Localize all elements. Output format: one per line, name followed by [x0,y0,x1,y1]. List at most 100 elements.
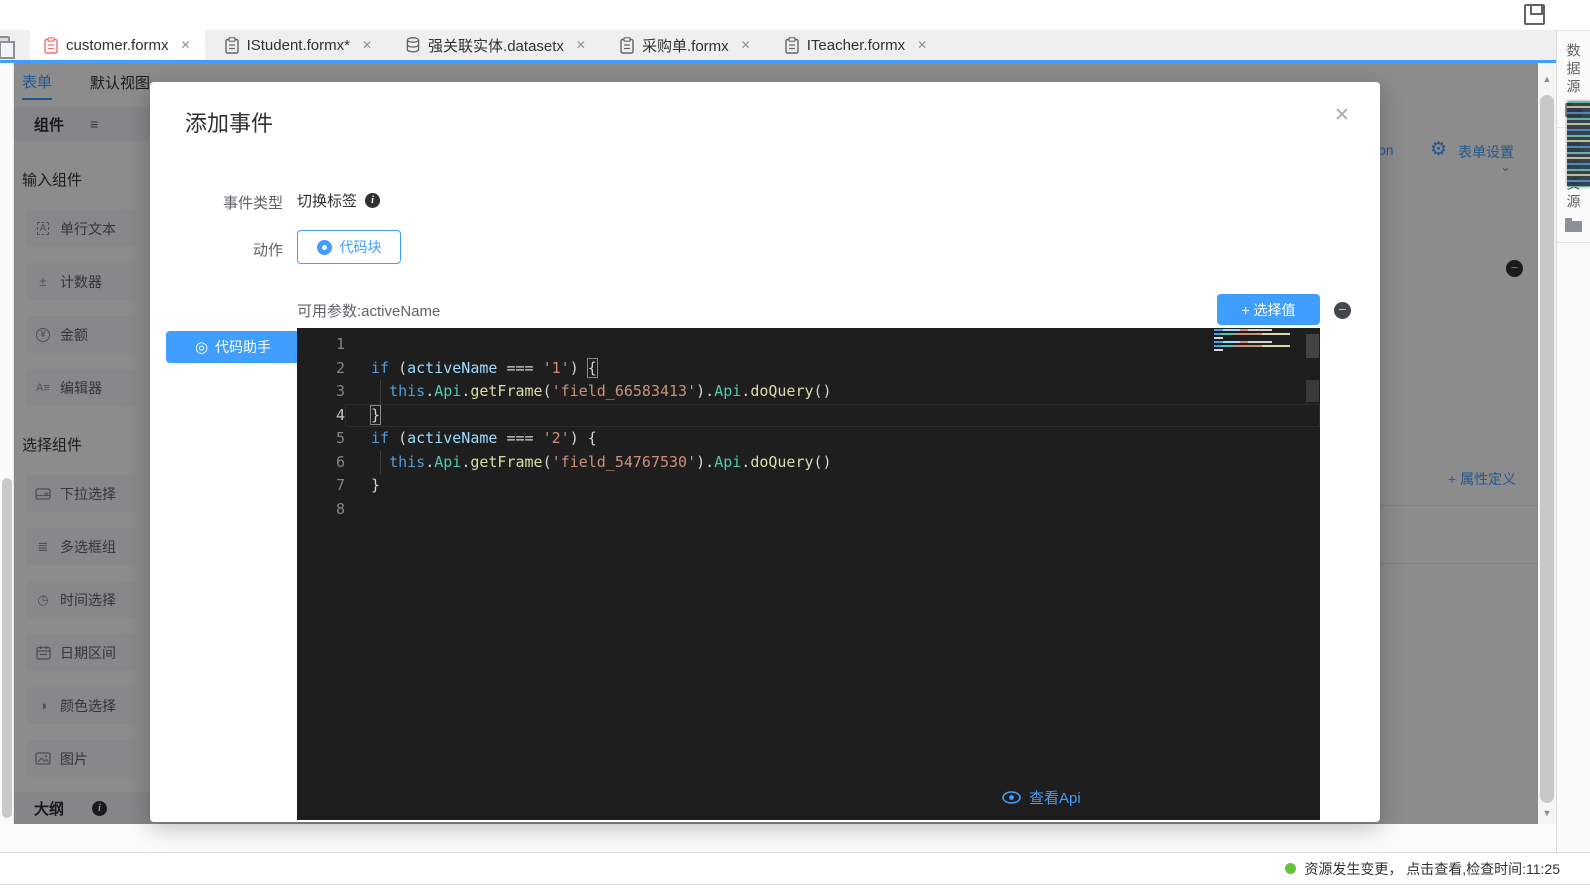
eye-icon [1002,791,1021,804]
file-tab[interactable]: IStudent.formx*✕ [211,30,386,60]
view-api-link[interactable]: 查看Api [1002,787,1081,808]
workspace-scrollbar[interactable]: ▲ ▼ [1538,63,1556,824]
sidebar-tabs: 表单 默认视图 [14,63,150,107]
file-tab-label: 采购单.formx [642,35,729,56]
bottom-strip [0,884,1590,896]
add-property-button[interactable]: + 属性定义 [1448,469,1538,489]
component-item[interactable]: A单行文本 [26,210,136,247]
gear-icon[interactable]: ⚙ [1430,138,1447,161]
resource-rail-label: 数据源 [1564,43,1584,97]
remove-action-icon[interactable]: − [1334,302,1351,319]
radio-checked-icon[interactable] [317,240,332,255]
editor-minimap[interactable] [1214,329,1304,356]
resource-rail: 数据源离线资源 [1556,30,1590,852]
file-tab[interactable]: ITeacher.formx ✕ [771,30,941,60]
info-icon: i [365,193,380,208]
menu-icon[interactable]: ≡ [90,116,98,132]
sidebar-tab[interactable]: 表单 [22,71,52,100]
file-tab[interactable]: 采购单.formx ✕ [606,30,765,60]
color-picker-icon: ◑ [35,698,51,714]
code-block-radio-option[interactable]: 代码块 [297,230,401,264]
status-bar: 资源发生变更， 点击查看,检查时间:11:25 [0,852,1590,884]
component-item-label: 多选框组 [60,537,116,557]
components-panel-title: 组件 [34,114,64,135]
status-message[interactable]: 资源发生变更， 点击查看,检查时间:11:25 [1304,859,1560,879]
code-line: 7} [297,474,1320,498]
file-tab[interactable]: 强关联实体.datasetx ✕ [392,30,600,60]
scroll-up-icon[interactable]: ▲ [1538,74,1556,84]
divider [1380,505,1538,506]
canvas-bottom-strip [0,824,1590,852]
close-icon[interactable]: ✕ [181,38,191,52]
component-item[interactable]: ±计数器 [26,263,136,300]
view-api-label: 查看Api [1029,787,1081,808]
component-item-label: 时间选择 [60,590,116,610]
code-line-text [345,333,1320,357]
available-params-label: 可用参数:activeName [297,300,440,321]
component-item[interactable]: ◑ 颜色选择 [26,687,136,724]
info-icon: i [92,801,107,816]
component-item[interactable]: A≡编辑器 [26,369,136,406]
component-item[interactable]: 下拉选择 [26,475,136,512]
components-panel-header: 组件 ≡ [14,107,150,141]
save-icon[interactable] [1524,4,1545,25]
component-item[interactable]: 图片 [26,740,136,777]
close-icon[interactable]: ✕ [576,38,586,52]
app-window: customer.formx✕IStudent.formx*✕强关联实体.dat… [0,0,1590,896]
component-item-label: 编辑器 [60,378,102,398]
select-value-button[interactable]: + 选择值 [1217,294,1320,325]
component-section-title: 输入组件 [22,169,150,190]
close-icon[interactable]: ✕ [1334,104,1350,127]
chevron-down-icon[interactable]: ⌄ [1500,159,1511,175]
code-line: 6 this.Api.getFrame('field_54767530').Ap… [297,451,1320,475]
component-item-label: 计数器 [60,272,102,292]
component-item[interactable]: ¥金额 [26,316,136,353]
scrollbar-thumb[interactable] [2,478,12,818]
sidebar-tab[interactable]: 默认视图 [90,72,150,99]
code-line-text: } [345,404,1320,428]
file-tab-label: ITeacher.formx [807,37,905,54]
code-line: 1 [297,333,1320,357]
time-picker-icon: ◷ [35,592,51,608]
component-item[interactable]: 日期区间 [26,634,136,671]
scrollbar-thumb[interactable] [1540,95,1554,803]
code-line: 4} [297,404,1320,428]
code-line: 2if (activeName === '1') { [297,357,1320,381]
editor-scrollbar-thumb[interactable] [1306,334,1319,358]
form-icon [785,37,799,53]
form-icon [620,37,634,53]
line-number: 3 [297,380,345,404]
event-type-value: 切换标签 i [297,190,380,211]
line-number: 2 [297,357,345,381]
close-icon[interactable]: ✕ [917,38,927,52]
image-icon [35,751,51,767]
scroll-down-icon[interactable]: ▼ [1538,808,1556,818]
close-icon[interactable]: ✕ [741,38,751,52]
form-icon [44,37,58,53]
checkbox-group-icon: ≣ [35,539,51,555]
code-line-text: if (activeName === '2') { [345,427,1320,451]
remove-row-icon[interactable]: − [1506,260,1523,277]
component-item-label: 图片 [60,749,88,769]
component-item-label: 日期区间 [60,643,116,663]
tab-overflow-icon[interactable] [0,36,10,54]
close-icon[interactable]: ✕ [362,38,372,52]
component-item[interactable]: ◷ 时间选择 [26,581,136,618]
dialog-title: 添加事件 [185,106,273,138]
file-tab[interactable]: customer.formx✕ [30,30,205,60]
component-item[interactable]: ≣ 多选框组 [26,528,136,565]
code-assistant-button[interactable]: ◎ 代码助手 [166,331,300,363]
code-line-text: this.Api.getFrame('field_66583413').Api.… [345,380,1320,404]
file-tab-label: 强关联实体.datasetx [428,35,564,56]
component-item-label: 颜色选择 [60,696,116,716]
page-scrollbar[interactable] [0,63,14,824]
file-tab-bar: customer.formx✕IStudent.formx*✕强关联实体.dat… [0,30,1590,63]
dataset-icon [406,37,420,53]
editor-scrollbar-thumb[interactable] [1306,380,1319,402]
component-item-label: 单行文本 [60,219,116,239]
dropdown-select-icon [35,486,51,502]
outline-footer[interactable]: 大纲 i [14,792,150,824]
code-editor[interactable]: 12if (activeName === '1') {3 this.Api.ge… [297,328,1320,820]
form-icon [225,37,239,53]
code-minimap-thumbnail [1567,101,1590,187]
